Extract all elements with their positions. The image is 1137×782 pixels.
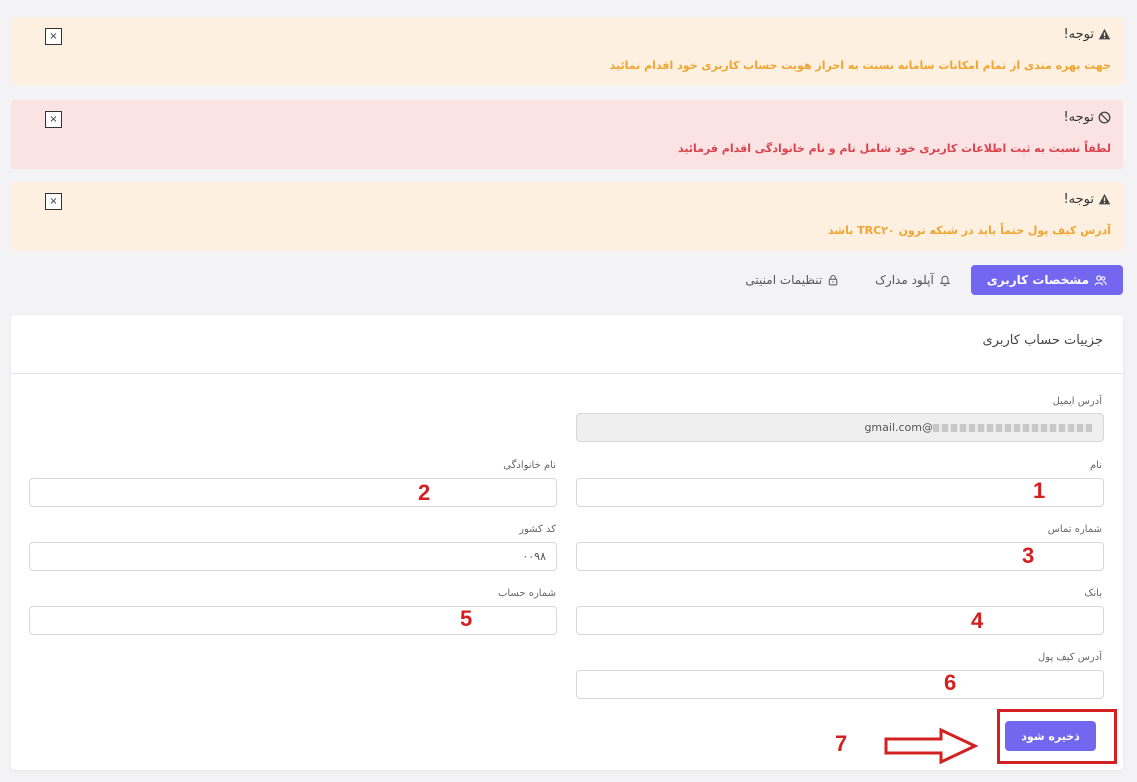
annotation-number: 4 — [971, 608, 984, 633]
bell-icon — [939, 275, 951, 286]
annotation-number: 7 — [835, 731, 848, 756]
card-title: جزییات حساب کاربری — [982, 333, 1103, 348]
alert-message: لطفاً نسبت به ثبت اطلاعات کاربری خود شام… — [678, 142, 1111, 155]
first-name-label: نام — [1089, 460, 1102, 471]
tab-user-details[interactable]: مشخصات کاربری — [970, 265, 1123, 295]
last-name-label: نام خانوادگی — [503, 460, 556, 471]
email-field: @gmail.com — [576, 413, 1104, 442]
alert-title: توجه! — [1063, 192, 1094, 207]
account-number-field[interactable] — [29, 606, 557, 635]
tab-upload-documents[interactable]: آپلود مدارک — [859, 265, 967, 295]
annotation-number: 2 — [418, 480, 431, 505]
alert-title: توجه! — [1063, 27, 1094, 42]
alert-wallet: × توجه! آدرس کیف پول حتماً باید در شبکه … — [11, 182, 1123, 251]
alert-profile-info: × توجه! لطفاً نسبت به ثبت اطلاعات کاربری… — [11, 100, 1123, 169]
country-code-field[interactable]: ۰۰۹۸ — [29, 542, 557, 571]
profile-tabs: مشخصات کاربری آپلود مدارک تنظیمات امنیتی — [729, 265, 1123, 295]
last-name-field[interactable] — [29, 478, 557, 507]
tab-label: آپلود مدارک — [875, 273, 934, 287]
email-redacted — [933, 423, 1093, 432]
close-icon[interactable]: × — [45, 28, 62, 45]
email-label: آدرس ایمیل — [1052, 396, 1102, 407]
wallet-label: آدرس کیف پول — [1038, 652, 1102, 663]
annotation-number: 1 — [1033, 478, 1046, 503]
tab-label: تنظیمات امنیتی — [745, 273, 823, 287]
arrow-right-icon — [884, 727, 978, 765]
annotation-number: 6 — [944, 670, 957, 695]
phone-label: شماره تماس — [1047, 524, 1102, 535]
lock-icon — [828, 275, 838, 286]
country-code-label: کد کشور — [519, 524, 556, 535]
close-icon[interactable]: × — [45, 193, 62, 210]
alert-message: آدرس کیف پول حتماً باید در شبکه ترون TRC… — [827, 224, 1111, 237]
tab-security-settings[interactable]: تنظیمات امنیتی — [729, 265, 855, 295]
warning-triangle-icon — [1098, 193, 1111, 205]
wallet-field[interactable] — [576, 670, 1104, 699]
tab-label: مشخصات کاربری — [986, 273, 1089, 287]
annotation-number: 3 — [1022, 543, 1035, 568]
alert-identity: × توجه! جهت بهره مندی از تمام امکانات سا… — [11, 17, 1123, 85]
alert-message: جهت بهره مندی از تمام امکانات سامانه نسب… — [609, 59, 1111, 72]
annotation-number: 5 — [460, 606, 473, 631]
save-button[interactable]: ذخیره شود — [1005, 721, 1096, 751]
users-icon — [1094, 274, 1107, 286]
warning-triangle-icon — [1098, 28, 1111, 40]
bank-label: بانک — [1084, 588, 1102, 599]
alert-title: توجه! — [1063, 110, 1094, 125]
first-name-field[interactable] — [576, 478, 1104, 507]
card-divider — [11, 373, 1123, 374]
close-icon[interactable]: × — [45, 111, 62, 128]
bank-field[interactable] — [576, 606, 1104, 635]
account-number-label: شماره حساب — [497, 588, 556, 599]
ban-icon — [1098, 111, 1111, 124]
